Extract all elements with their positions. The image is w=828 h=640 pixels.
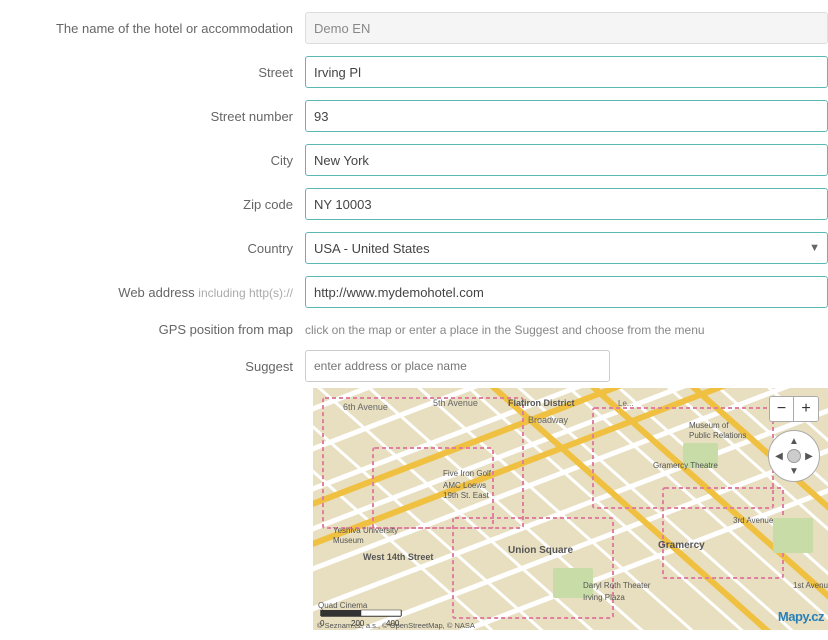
svg-text:Gramercy Theatre: Gramercy Theatre xyxy=(653,461,718,470)
svg-text:Public Relations: Public Relations xyxy=(689,431,746,440)
city-input[interactable] xyxy=(305,144,828,176)
suggest-input[interactable] xyxy=(305,350,610,382)
zip-label: Zip code xyxy=(0,197,305,212)
svg-text:AMC Loews: AMC Loews xyxy=(443,481,486,490)
map-left-spacer xyxy=(0,388,313,630)
svg-text:3rd Avenue: 3rd Avenue xyxy=(733,516,774,525)
web-label: Web address including http(s):// xyxy=(0,285,305,300)
suggest-label: Suggest xyxy=(0,359,305,374)
svg-text:Museum: Museum xyxy=(333,536,364,545)
suggest-row: Suggest xyxy=(0,350,828,382)
map-logo: Mapy.cz xyxy=(778,609,824,624)
svg-text:Gramercy: Gramercy xyxy=(658,540,705,551)
map-zoom-controls: − + ▲ ▼ ◀ ▶ xyxy=(768,396,820,482)
svg-text:West 14th Street: West 14th Street xyxy=(363,552,433,562)
nav-left-button[interactable]: ◀ xyxy=(771,448,787,464)
gps-label: GPS position from map xyxy=(0,318,305,337)
nav-up-button[interactable]: ▲ xyxy=(786,433,802,449)
svg-text:Quad Cinema: Quad Cinema xyxy=(318,601,368,610)
city-row: City xyxy=(0,142,828,178)
country-select-wrapper: USA - United StatesGBR - United KingdomD… xyxy=(305,232,828,264)
gps-row: GPS position from map click on the map o… xyxy=(0,318,828,346)
gps-hint: click on the map or enter a place in the… xyxy=(305,318,828,337)
city-label: City xyxy=(0,153,305,168)
zip-row: Zip code xyxy=(0,186,828,222)
svg-text:6th Avenue: 6th Avenue xyxy=(343,402,388,412)
hotel-name-row: The name of the hotel or accommodation xyxy=(0,10,828,46)
svg-text:Flatiron District: Flatiron District xyxy=(508,398,575,408)
street-input[interactable] xyxy=(305,56,828,88)
svg-text:5th Avenue: 5th Avenue xyxy=(433,398,478,408)
svg-text:Five Iron Golf: Five Iron Golf xyxy=(443,469,492,478)
map-svg: 6th Avenue 5th Avenue Flatiron District … xyxy=(313,388,828,630)
street-number-row: Street number xyxy=(0,98,828,134)
svg-text:1st Avenue: 1st Avenue xyxy=(793,581,828,590)
hotel-name-input[interactable] xyxy=(305,12,828,44)
map-area: 6th Avenue 5th Avenue Flatiron District … xyxy=(0,388,828,630)
nav-down-button[interactable]: ▼ xyxy=(786,463,802,479)
nav-center-circle xyxy=(787,449,801,463)
map-container[interactable]: 6th Avenue 5th Avenue Flatiron District … xyxy=(313,388,828,630)
svg-text:Le...: Le... xyxy=(618,399,634,408)
zoom-plus-button[interactable]: + xyxy=(794,397,818,421)
svg-text:Daryl Roth Theater: Daryl Roth Theater xyxy=(583,581,651,590)
zoom-button-group: − + xyxy=(769,396,819,422)
street-row: Street xyxy=(0,54,828,90)
svg-text:Broadway: Broadway xyxy=(528,415,569,425)
navigation-control: ▲ ▼ ◀ ▶ xyxy=(768,430,820,482)
form-container: The name of the hotel or accommodation S… xyxy=(0,0,828,640)
web-input[interactable] xyxy=(305,276,828,308)
country-label: Country xyxy=(0,241,305,256)
web-row: Web address including http(s):// xyxy=(0,274,828,310)
street-number-label: Street number xyxy=(0,109,305,124)
hotel-name-label: The name of the hotel or accommodation xyxy=(0,21,305,36)
street-number-input[interactable] xyxy=(305,100,828,132)
country-select[interactable]: USA - United StatesGBR - United KingdomD… xyxy=(305,232,828,264)
zoom-minus-button[interactable]: − xyxy=(770,397,794,421)
svg-text:Museum of: Museum of xyxy=(689,421,729,430)
svg-text:19th St. East: 19th St. East xyxy=(443,491,490,500)
country-row: Country USA - United StatesGBR - United … xyxy=(0,230,828,266)
svg-text:Irving Plaza: Irving Plaza xyxy=(583,593,625,602)
zip-input[interactable] xyxy=(305,188,828,220)
street-label: Street xyxy=(0,65,305,80)
nav-right-button[interactable]: ▶ xyxy=(801,448,817,464)
svg-text:Yeshiva University: Yeshiva University xyxy=(333,526,398,535)
svg-text:Union Square: Union Square xyxy=(508,545,573,556)
